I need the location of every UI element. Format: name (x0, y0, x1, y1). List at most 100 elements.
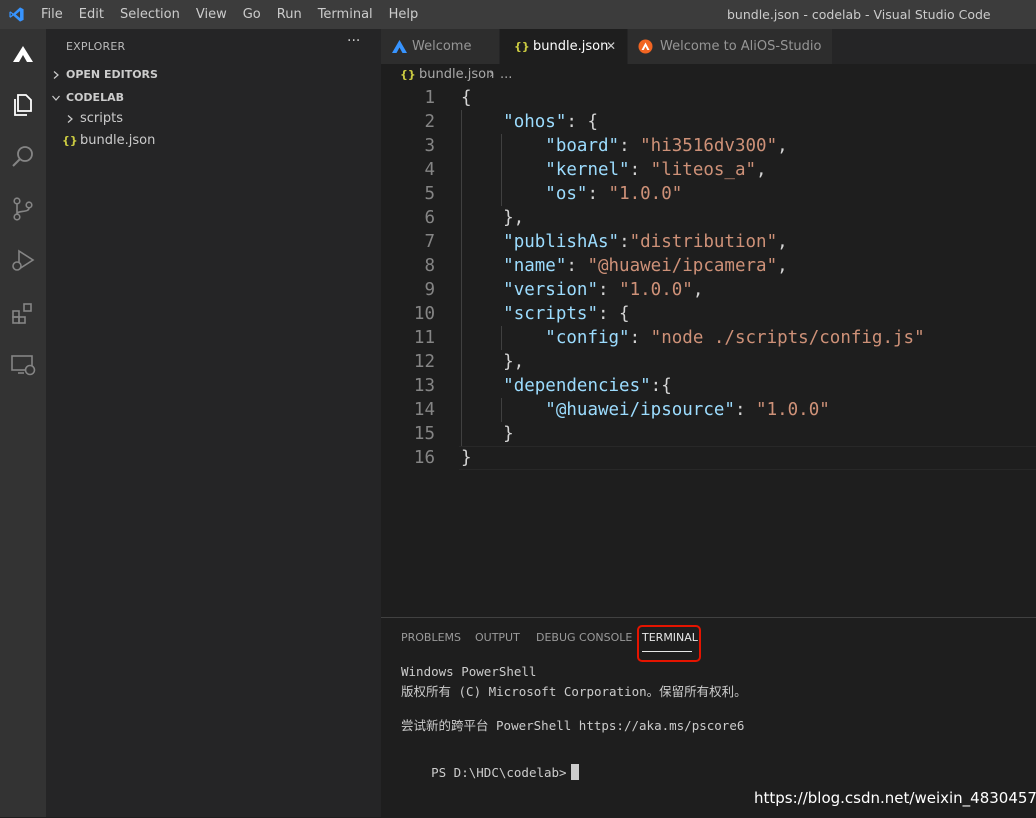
tree-item-label: bundle.json (80, 133, 156, 148)
source-control-icon[interactable] (9, 195, 37, 223)
run-debug-icon[interactable] (9, 247, 37, 275)
tree-item-scripts[interactable]: scripts (46, 108, 381, 130)
tab-bundle-json[interactable]: {} bundle.json ✕ (500, 29, 627, 64)
code-text: "os": "1.0.0" (545, 184, 683, 204)
code-line: 16} (381, 446, 1036, 470)
menu-file[interactable]: File (33, 7, 71, 22)
line-number: 12 (413, 352, 435, 372)
line-number: 2 (424, 112, 435, 132)
menu-bar: File Edit Selection View Go Run Terminal… (33, 0, 426, 29)
line-number: 8 (424, 256, 435, 276)
json-file-icon: {} (62, 134, 78, 147)
code-line: 9 "version": "1.0.0", (381, 278, 1036, 302)
line-number: 7 (424, 232, 435, 252)
open-editors-label: OPEN EDITORS (66, 68, 158, 81)
code-text: }, (461, 208, 525, 228)
code-text: }, (461, 352, 525, 372)
red-highlight-box (637, 625, 701, 662)
line-number: 5 (424, 184, 435, 204)
code-text: "scripts": { (503, 304, 630, 324)
panel-tab-debug-console[interactable]: DEBUG CONSOLE (536, 631, 632, 644)
code-text: "version": "1.0.0", (503, 280, 704, 300)
aliOS-orange-icon (638, 39, 653, 54)
terminal-line: 尝试新的跨平台 PowerShell https://aka.ms/pscore… (401, 718, 745, 733)
code-line: 2 "ohos": { (381, 110, 1036, 134)
title-bar: File Edit Selection View Go Run Terminal… (0, 0, 1036, 29)
terminal-line: 版权所有 (C) Microsoft Corporation。保留所有权利。 (401, 684, 747, 699)
terminal-line: Windows PowerShell (401, 664, 537, 679)
code-text: } (461, 448, 472, 468)
json-file-icon: {} (400, 68, 416, 81)
explorer-sidebar: EXPLORER ··· OPEN EDITORS CODELAB script… (46, 29, 381, 817)
breadcrumb: {} bundle.json › ... (381, 64, 1036, 86)
tab-welcome[interactable]: Welcome (381, 29, 499, 64)
remote-explorer-icon[interactable] (9, 351, 37, 379)
line-number: 16 (413, 448, 435, 468)
line-number: 15 (413, 424, 435, 444)
breadcrumb-more[interactable]: ... (500, 64, 512, 86)
terminal-cursor (570, 764, 579, 780)
breadcrumb-file[interactable]: bundle.json (419, 64, 494, 86)
code-text: "board": "hi3516dv300", (545, 136, 788, 156)
code-text: "config": "node ./scripts/config.js" (545, 328, 925, 348)
menu-go[interactable]: Go (235, 7, 269, 22)
line-number: 9 (424, 280, 435, 300)
code-line: 11 "config": "node ./scripts/config.js" (381, 326, 1036, 350)
close-icon[interactable]: ✕ (606, 29, 616, 64)
search-icon[interactable] (9, 143, 37, 171)
sidebar-title: EXPLORER (66, 40, 126, 53)
chevron-right-icon (67, 115, 73, 123)
code-text: "ohos": { (503, 112, 598, 132)
line-number: 14 (413, 400, 435, 420)
code-line: 6 }, (381, 206, 1036, 230)
tree-item-bundle-json[interactable]: {} bundle.json (46, 130, 381, 152)
menu-view[interactable]: View (188, 7, 235, 22)
code-text: "dependencies":{ (503, 376, 672, 396)
code-line: 8 "name": "@huawei/ipcamera", (381, 254, 1036, 278)
vscode-logo-icon (9, 7, 24, 22)
code-editor[interactable]: 1{2 "ohos": {3 "board": "hi3516dv300", 4 … (381, 86, 1036, 616)
json-file-icon: {} (514, 40, 530, 53)
codelab-folder-label: CODELAB (66, 91, 124, 104)
tab-label: Welcome (412, 39, 472, 54)
line-number: 6 (424, 208, 435, 228)
menu-run[interactable]: Run (269, 7, 310, 22)
line-number: 3 (424, 136, 435, 156)
window-title: bundle.json - codelab - Visual Studio Co… (727, 7, 991, 22)
code-line: 10 "scripts": { (381, 302, 1036, 326)
panel-tab-output[interactable]: OUTPUT (475, 631, 520, 644)
tab-welcome-aliOS-studio[interactable]: Welcome to AliOS-Studio (628, 29, 832, 64)
code-line: 14 "@huawei/ipsource": "1.0.0" (381, 398, 1036, 422)
aliOS-studio-icon[interactable] (9, 41, 37, 69)
code-text: "publishAs":"distribution", (503, 232, 788, 252)
code-text: "kernel": "liteos_a", (545, 160, 767, 180)
tab-label: Welcome to AliOS-Studio (660, 39, 822, 54)
more-actions-icon[interactable]: ··· (347, 33, 360, 49)
menu-help[interactable]: Help (381, 7, 427, 22)
code-text: } (461, 424, 514, 444)
codelab-folder-section[interactable]: CODELAB (46, 87, 381, 109)
menu-edit[interactable]: Edit (71, 7, 112, 22)
extensions-icon[interactable] (9, 299, 37, 327)
line-number: 13 (413, 376, 435, 396)
menu-selection[interactable]: Selection (112, 7, 188, 22)
code-line: 7 "publishAs":"distribution", (381, 230, 1036, 254)
watermark: https://blog.csdn.net/weixin_48304573 (754, 789, 1036, 807)
panel-tab-problems[interactable]: PROBLEMS (401, 631, 461, 644)
aliOS-studio-icon (392, 40, 407, 53)
code-line: 12 }, (381, 350, 1036, 374)
code-line: 4 "kernel": "liteos_a", (381, 158, 1036, 182)
bottom-panel: PROBLEMS OUTPUT DEBUG CONSOLE TERMINAL W… (381, 617, 1036, 818)
code-line: 1{ (381, 86, 1036, 110)
code-line: 13 "dependencies":{ (381, 374, 1036, 398)
line-number: 4 (424, 160, 435, 180)
code-text: "name": "@huawei/ipcamera", (503, 256, 788, 276)
activity-bar (0, 29, 46, 817)
explorer-files-icon[interactable] (9, 91, 37, 119)
code-line: 3 "board": "hi3516dv300", (381, 134, 1036, 158)
open-editors-section[interactable]: OPEN EDITORS (46, 64, 381, 86)
terminal-prompt: PS D:\HDC\codelab> (431, 765, 567, 780)
menu-terminal[interactable]: Terminal (310, 7, 381, 22)
code-text: { (461, 88, 472, 108)
terminal-prompt-line[interactable]: PS D:\HDC\codelab> (401, 749, 579, 795)
